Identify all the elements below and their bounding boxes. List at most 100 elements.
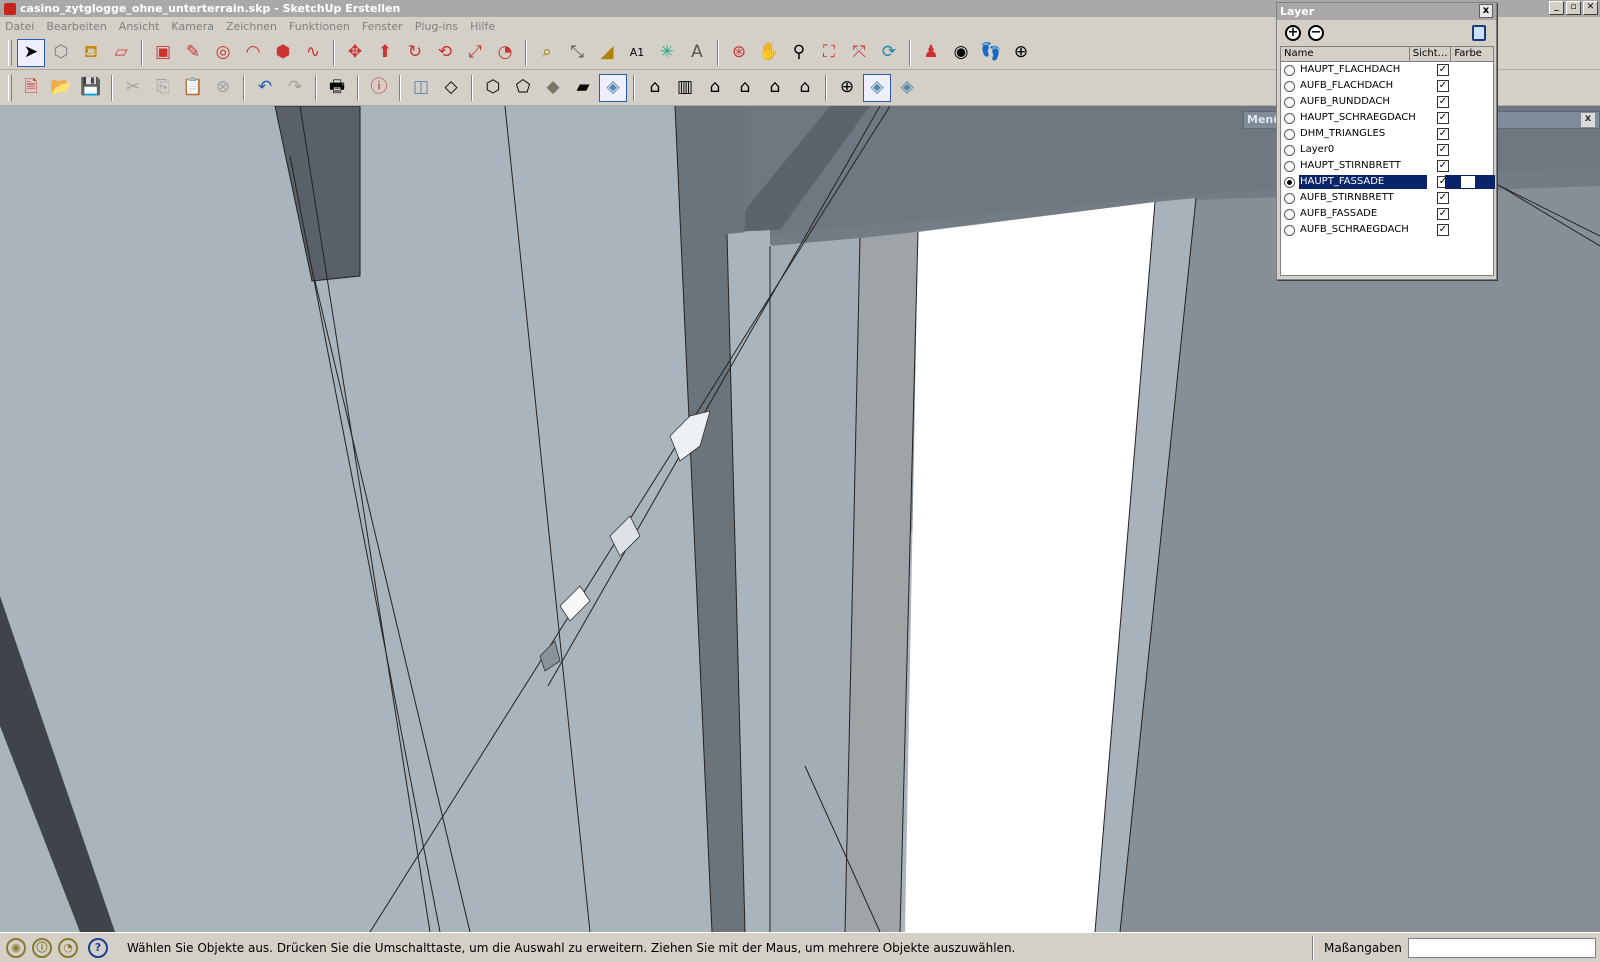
user-icon[interactable]: ◔ [58, 937, 78, 958]
layer-row[interactable]: Layer0 ✓ [1281, 142, 1493, 158]
shaded-textures-icon[interactable]: ◆ [539, 74, 567, 102]
menu-kamera[interactable]: Kamera [171, 20, 214, 33]
copy-icon[interactable]: ⎘ [149, 74, 177, 102]
active-layer-radio[interactable] [1284, 208, 1295, 220]
section-plane-icon[interactable]: ⊕ [1007, 39, 1035, 67]
menu-ansicht[interactable]: Ansicht [119, 20, 160, 33]
push-pull-icon[interactable]: ⬆ [371, 39, 399, 67]
left-view-icon[interactable]: ⌂ [761, 74, 789, 102]
hidden-line-icon[interactable]: ⬡ [479, 74, 507, 102]
layer-row[interactable]: HAUPT_FLACHDACH ✓ [1281, 62, 1493, 78]
layer-name[interactable]: DHM_TRIANGLES [1299, 127, 1427, 141]
restore-button[interactable]: ▫ [1566, 1, 1581, 15]
active-layer-radio[interactable] [1284, 160, 1295, 172]
layer-name[interactable]: AUFB_STIRNBRETT [1299, 191, 1427, 205]
print-icon[interactable]: 🖶 [323, 74, 351, 102]
dimension-icon[interactable]: ⤡ [563, 39, 591, 67]
close-icon[interactable]: x [1479, 4, 1493, 18]
arc-icon[interactable]: ◠ [239, 39, 267, 67]
eraser-icon[interactable]: ▱ [107, 39, 135, 67]
menu-fenster[interactable]: Fenster [362, 20, 403, 33]
axes-icon[interactable]: ✳ [653, 39, 681, 67]
layer-name[interactable]: AUFB_SCHRAEGDACH [1299, 223, 1427, 237]
3d-text-icon[interactable]: A [683, 39, 711, 67]
wireframe-icon[interactable]: ◇ [437, 74, 465, 102]
model-info-icon[interactable]: ⓘ [365, 74, 393, 102]
xray-icon[interactable]: ◫ [407, 74, 435, 102]
front-view-icon[interactable]: ▥ [671, 74, 699, 102]
undo-icon[interactable]: ↶ [251, 74, 279, 102]
save-icon[interactable]: 💾 [77, 74, 105, 102]
top-view-icon[interactable]: ⌂ [641, 74, 669, 102]
layer-color-swatch[interactable] [1445, 63, 1495, 77]
close-window-button[interactable]: ✕ [1583, 1, 1598, 15]
layer-name[interactable]: AUFB_FLACHDACH [1299, 79, 1427, 93]
paint-bucket-icon[interactable]: ⛾ [77, 39, 105, 67]
menu-bearbeiten[interactable]: Bearbeiten [46, 20, 106, 33]
layer-panel-title[interactable]: Layer x [1277, 3, 1496, 20]
delete-icon[interactable]: ⊗ [209, 74, 237, 102]
layer-color-swatch[interactable] [1445, 175, 1495, 189]
back-view-icon[interactable]: ⌂ [731, 74, 759, 102]
section-display-icon[interactable]: ⊕ [833, 74, 861, 102]
monochrome-icon[interactable]: ▰ [569, 74, 597, 102]
section-fill-icon[interactable]: ◈ [893, 74, 921, 102]
rotate-icon[interactable]: ↻ [401, 39, 429, 67]
orbit-icon[interactable]: ⊛ [725, 39, 753, 67]
layer-row[interactable]: DHM_TRIANGLES ✓ [1281, 126, 1493, 142]
menu-zeichnen[interactable]: Zeichnen [226, 20, 277, 33]
active-layer-radio[interactable] [1284, 80, 1295, 92]
tape-measure-icon[interactable]: ⌕ [533, 39, 561, 67]
protractor-icon[interactable]: ◢ [593, 39, 621, 67]
text-icon[interactable]: A1 [623, 39, 651, 67]
remove-layer-button[interactable]: − [1308, 25, 1324, 41]
menu-datei[interactable]: Datei [5, 20, 34, 33]
scale-icon[interactable]: ⤢ [461, 39, 489, 67]
details-icon[interactable] [1472, 25, 1486, 41]
cut-icon[interactable]: ✂ [119, 74, 147, 102]
layer-name[interactable]: AUFB_RUNDDACH [1299, 95, 1427, 109]
zoom-window-icon[interactable]: ⛶ [815, 39, 843, 67]
layer-color-swatch[interactable] [1445, 191, 1495, 205]
rectangle-icon[interactable]: ▣ [149, 39, 177, 67]
bottom-view-icon[interactable]: ⌂ [791, 74, 819, 102]
layer-name[interactable]: HAUPT_FLACHDACH [1299, 63, 1427, 77]
circle-icon[interactable]: ◎ [209, 39, 237, 67]
close-icon[interactable]: x [1581, 113, 1595, 127]
previous-view-icon[interactable]: ⟳ [875, 39, 903, 67]
active-layer-radio[interactable] [1284, 112, 1295, 124]
layer-row[interactable]: AUFB_STIRNBRETT ✓ [1281, 190, 1493, 206]
zoom-extents-icon[interactable]: ⤧ [845, 39, 873, 67]
active-layer-radio[interactable] [1284, 144, 1295, 156]
select-icon[interactable]: ➤ [17, 38, 45, 67]
shaded-icon[interactable]: ⬠ [509, 74, 537, 102]
right-view-icon[interactable]: ⌂ [701, 74, 729, 102]
move-icon[interactable]: ✥ [341, 39, 369, 67]
pan-icon[interactable]: ✋ [755, 39, 783, 67]
layer-color-swatch[interactable] [1445, 95, 1495, 109]
layer-row[interactable]: AUFB_RUNDDACH ✓ [1281, 94, 1493, 110]
geo-location-icon[interactable]: ◉ [6, 937, 26, 958]
zoom-icon[interactable]: ⚲ [785, 39, 813, 67]
layer-color-swatch[interactable] [1445, 79, 1495, 93]
polygon-icon[interactable]: ⬢ [269, 39, 297, 67]
position-camera-icon[interactable]: ♟ [917, 39, 945, 67]
layer-color-swatch[interactable] [1445, 143, 1495, 157]
follow-me-icon[interactable]: ⟲ [431, 39, 459, 67]
layer-row[interactable]: HAUPT_STIRNBRETT ✓ [1281, 158, 1493, 174]
layer-color-swatch[interactable] [1445, 159, 1495, 173]
layer-row[interactable]: AUFB_SCHRAEGDACH ✓ [1281, 222, 1493, 238]
toolbar-grip[interactable] [8, 39, 12, 66]
active-layer-radio[interactable] [1284, 64, 1295, 76]
layer-name[interactable]: HAUPT_STIRNBRETT [1299, 159, 1427, 173]
layer-row[interactable]: HAUPT_SCHRAEGDACH ✓ [1281, 110, 1493, 126]
menu-plugins[interactable]: Plug-ins [415, 20, 458, 33]
section-cuts-icon[interactable]: ◈ [863, 73, 891, 102]
layer-color-swatch[interactable] [1445, 111, 1495, 125]
column-name[interactable]: Name [1281, 47, 1410, 61]
measurements-input[interactable] [1408, 938, 1596, 958]
menu-hilfe[interactable]: Hilfe [470, 20, 495, 33]
pencil-icon[interactable]: ✎ [179, 39, 207, 67]
add-layer-button[interactable]: + [1285, 25, 1301, 41]
iso-view-icon[interactable]: ◈ [599, 73, 627, 102]
